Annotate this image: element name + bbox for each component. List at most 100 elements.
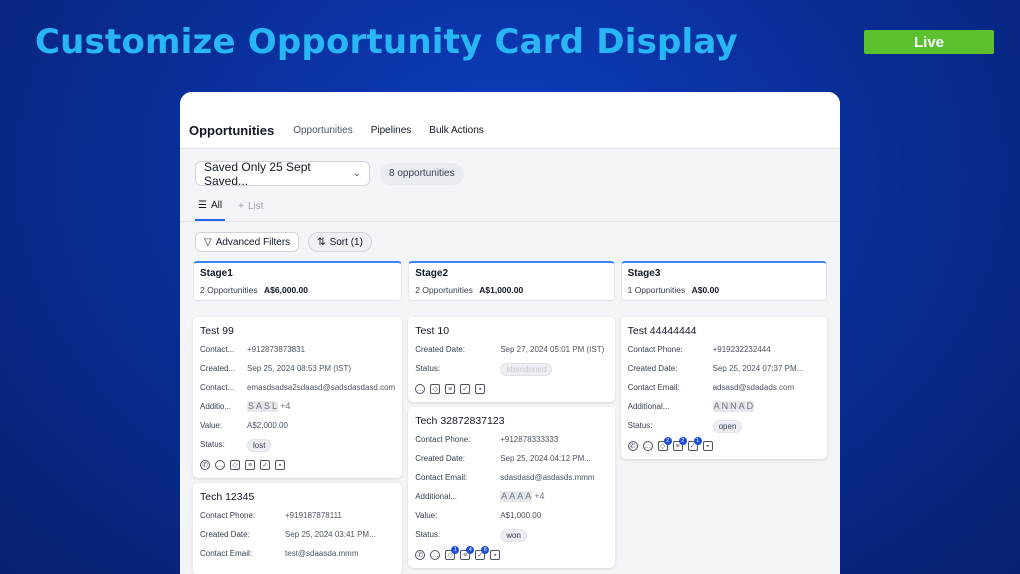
field-label: Contact... (200, 345, 235, 354)
calendar-icon[interactable]: ▪ (475, 384, 486, 394)
opportunities-app: Opportunities Opportunities Pipelines Bu… (180, 92, 840, 574)
field-value: Sep 25, 2024 07:37 PM... (712, 364, 804, 373)
task-icon[interactable]: ✓ (460, 384, 471, 394)
task-icon[interactable]: ✓ 6 (475, 546, 490, 560)
stage-count: 2 Opportunities (200, 285, 258, 295)
stage-header[interactable]: Stage3 1 Opportunities A$0.00 (620, 261, 827, 301)
chat-icon[interactable]: … (430, 550, 441, 560)
avatar: A (737, 401, 746, 412)
stage-header[interactable]: Stage1 2 Opportunities A$6,000.00 (193, 261, 403, 301)
opportunity-card[interactable]: Tech 32872837123 Contact Phone: +91287833… (408, 407, 615, 568)
advanced-filters-label: Advanced Filters (215, 236, 291, 248)
count-badge: 4 (466, 546, 475, 554)
calendar-icon[interactable]: ▪ (490, 550, 501, 560)
stage-name: Stage2 (415, 268, 449, 279)
advanced-filters-button[interactable]: ▽ Advanced Filters (195, 232, 300, 252)
avatar: N (729, 401, 738, 412)
field-value: Sep 25, 2024 03:41 PM... (285, 530, 376, 539)
count-badge: 1 (451, 546, 460, 554)
field-value: +919187878111 (285, 511, 342, 520)
opportunity-card[interactable]: Test 44444444 Contact Phone: +91923223244… (620, 317, 827, 459)
sort-button[interactable]: ⇅ Sort (1) (308, 232, 372, 252)
top-nav: Opportunities Opportunities Pipelines Bu… (180, 92, 840, 149)
field-label: Value: (200, 421, 223, 430)
field-label: Created Date: (627, 364, 678, 373)
card-title: Test 10 (415, 325, 450, 337)
stage-count: 2 Opportunities (415, 285, 473, 295)
field-label: Additional... (415, 492, 458, 501)
card-field: Contact Phone: +912878333333 (415, 434, 607, 445)
field-label: Contact Phone: (627, 345, 683, 354)
field-value: A$1,000.00 (500, 511, 542, 520)
card-field: Contact... +912873873831 (200, 344, 395, 355)
stage-count: 1 Opportunities (627, 285, 686, 295)
card-title: Test 44444444 (627, 325, 697, 337)
card-field: Created... Sep 25, 2024 08:53 PM (IST) (200, 363, 395, 374)
opportunity-card[interactable]: Tech 12345 Contact Phone: +919187878111 C… (193, 483, 403, 574)
stage-column-1: Stage1 2 Opportunities A$6,000.00 Test 9… (193, 261, 403, 574)
opportunity-count: 8 opportunities (380, 162, 464, 185)
avatar-group: A A A A +4 (500, 491, 545, 502)
tag-icon[interactable]: ◇ (230, 460, 240, 470)
tab-bulk-actions[interactable]: Bulk Actions (429, 125, 483, 138)
avatar-more: +4 (280, 401, 291, 411)
view-tab-add-list[interactable]: + List (235, 194, 266, 221)
field-value: Sep 25, 2024 08:53 PM (IST) (247, 364, 352, 373)
phone-icon[interactable]: ✆ (200, 460, 210, 470)
document-icon[interactable]: ≡ 2 (672, 437, 687, 451)
field-label: Status: (200, 440, 225, 449)
chat-icon[interactable]: … (415, 384, 426, 394)
task-icon[interactable]: ✓ (260, 460, 270, 470)
view-tab-all[interactable]: ☰ All (195, 194, 226, 221)
calendar-icon[interactable]: ▪ (702, 441, 713, 451)
stage-amount: A$0.00 (691, 285, 720, 295)
card-field: Value: A$1,000.00 (415, 510, 607, 521)
avatar: A (516, 491, 525, 502)
view-tabs: ☰ All + List (180, 194, 840, 222)
field-label: Contact Email: (415, 473, 468, 482)
stage-header[interactable]: Stage2 2 Opportunities A$1,000.00 (408, 261, 615, 301)
field-label: Contact Email: (627, 383, 680, 392)
tag-icon[interactable]: ◇ 2 (657, 437, 672, 451)
stage-name: Stage3 (627, 268, 661, 279)
field-label: Contact Phone: (415, 435, 471, 444)
card-field: Status: abandoned (415, 363, 607, 376)
stage-meta: 2 Opportunities A$1,000.00 (415, 285, 607, 295)
tab-pipelines[interactable]: Pipelines (371, 125, 412, 138)
field-value: +919232232444 (712, 345, 771, 354)
count-badge: 2 (678, 437, 687, 445)
view-tab-all-label: All (210, 200, 223, 211)
field-value: A$2,000.00 (247, 421, 288, 430)
status-badge: lost (247, 439, 272, 452)
live-badge: Live (864, 30, 994, 54)
tab-opportunities[interactable]: Opportunities (293, 125, 352, 138)
card-field: Contact Email: test@sdaasda.mmm (200, 548, 395, 559)
phone-icon[interactable]: ✆ (415, 550, 426, 560)
card-field: Additional... A N N A D (628, 401, 820, 412)
stage-name: Stage1 (200, 268, 233, 279)
tag-icon[interactable]: ◇ 1 (445, 546, 460, 560)
calendar-icon[interactable]: ▪ (275, 460, 285, 470)
avatar: A (524, 491, 533, 502)
document-icon[interactable]: ≡ (245, 460, 255, 470)
field-label: Created Date: (415, 345, 466, 354)
card-field: Status: lost (200, 439, 395, 452)
field-label: Value: (415, 511, 438, 520)
tag-icon[interactable]: ◇ (430, 384, 441, 394)
field-label: Status: (627, 421, 653, 430)
card-field: Created Date: Sep 25, 2024 03:41 PM... (200, 529, 395, 540)
document-icon[interactable]: ≡ (445, 384, 456, 394)
opportunity-card[interactable]: Test 10 Created Date: Sep 27, 2024 05:01 … (408, 317, 615, 402)
phone-icon[interactable]: ✆ (627, 441, 638, 451)
avatar: N (720, 401, 730, 412)
card-field: Created Date: Sep 25, 2024 04:12 PM... (415, 453, 607, 464)
saved-view-select[interactable]: Saved Only 25 Sept Saved... ⌄ (195, 160, 370, 188)
task-icon[interactable]: ✓ 1 (687, 437, 702, 451)
stage-column-2: Stage2 2 Opportunities A$1,000.00 Test 1… (408, 261, 615, 574)
status-badge: abandoned (500, 363, 553, 376)
document-icon[interactable]: ≡ 4 (460, 546, 475, 560)
opportunity-card[interactable]: Test 99 Contact... +912873873831 Created.… (193, 317, 403, 478)
chat-icon[interactable]: … (215, 460, 225, 470)
chat-icon[interactable]: … (642, 441, 653, 451)
field-label: Status: (415, 364, 441, 373)
